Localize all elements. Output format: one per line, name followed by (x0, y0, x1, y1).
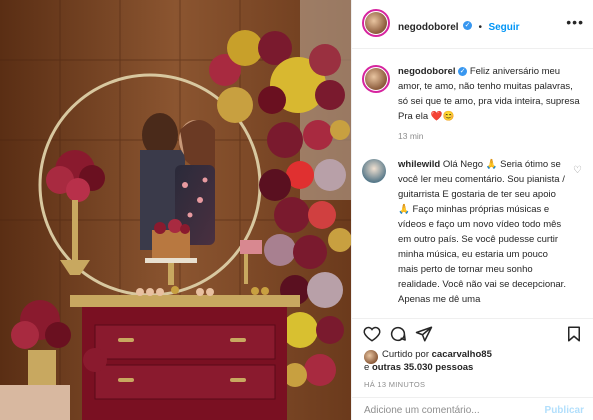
comment-username[interactable]: whilewild (398, 159, 440, 170)
caption-emojis: ❤️😊 (430, 111, 455, 122)
action-bar (352, 318, 593, 347)
caption: negodoborel ✓ Feliz aniversário meu amor… (398, 64, 584, 124)
publish-button[interactable]: Publicar (545, 405, 584, 416)
photo-illustration (0, 0, 351, 420)
more-options-icon[interactable]: ••• (566, 14, 584, 30)
avatar-image (362, 159, 386, 183)
post-photo[interactable] (0, 0, 351, 420)
comment-bubble-icon[interactable] (389, 325, 407, 343)
avatar-image (364, 350, 378, 364)
commenter-avatar[interactable] (362, 159, 386, 183)
author-username[interactable]: negodoborel (398, 22, 459, 33)
likes-others-link[interactable]: outras 35.030 pessoas (372, 362, 473, 373)
follow-button[interactable]: Seguir (488, 22, 519, 33)
comments-section[interactable]: negodoborel ✓ Feliz aniversário meu amor… (352, 49, 593, 317)
likes-line-1: Curtido por cacarvalho85 (364, 348, 492, 361)
comment-text: Olá Nego 🙏 Seria ótimo se você ler meu c… (398, 159, 566, 305)
share-paper-plane-icon[interactable] (415, 325, 433, 343)
caption-time: 13 min (398, 131, 424, 141)
header-meta: negodoborel ✓ • Seguir (398, 17, 520, 35)
author-avatar[interactable] (362, 9, 390, 37)
liker-avatar[interactable] (364, 350, 378, 364)
avatar-image (365, 68, 387, 90)
header-separator: • (478, 22, 482, 33)
post-time-ago[interactable]: HÁ 13 MINUTOS (364, 380, 425, 389)
liker-username[interactable]: cacarvalho85 (432, 349, 492, 360)
caption-username[interactable]: negodoborel (398, 66, 456, 77)
add-comment-bar: Adicione um comentário... Publicar (352, 397, 593, 420)
verified-badge-icon: ✓ (463, 21, 473, 31)
likes-prefix: Curtido por (382, 349, 432, 360)
likes-line-2: e outras 35.030 pessoas (364, 361, 492, 374)
instagram-post: negodoborel ✓ • Seguir ••• negodoborel ✓… (0, 0, 593, 420)
comment-like-heart-icon[interactable]: ♡ (573, 165, 582, 176)
comment: whilewild Olá Nego 🙏 Seria ótimo se você… (398, 157, 566, 307)
likes-summary: Curtido por cacarvalho85 e outras 35.030… (364, 348, 492, 374)
avatar-image (365, 12, 387, 34)
add-comment-input[interactable]: Adicione um comentário... (364, 405, 480, 416)
post-header: negodoborel ✓ • Seguir ••• (352, 0, 593, 49)
caption-avatar[interactable] (362, 65, 390, 93)
like-heart-icon[interactable] (363, 325, 381, 343)
save-bookmark-icon[interactable] (565, 325, 583, 343)
verified-badge-icon: ✓ (458, 66, 468, 76)
post-side-panel: negodoborel ✓ • Seguir ••• negodoborel ✓… (351, 0, 593, 420)
